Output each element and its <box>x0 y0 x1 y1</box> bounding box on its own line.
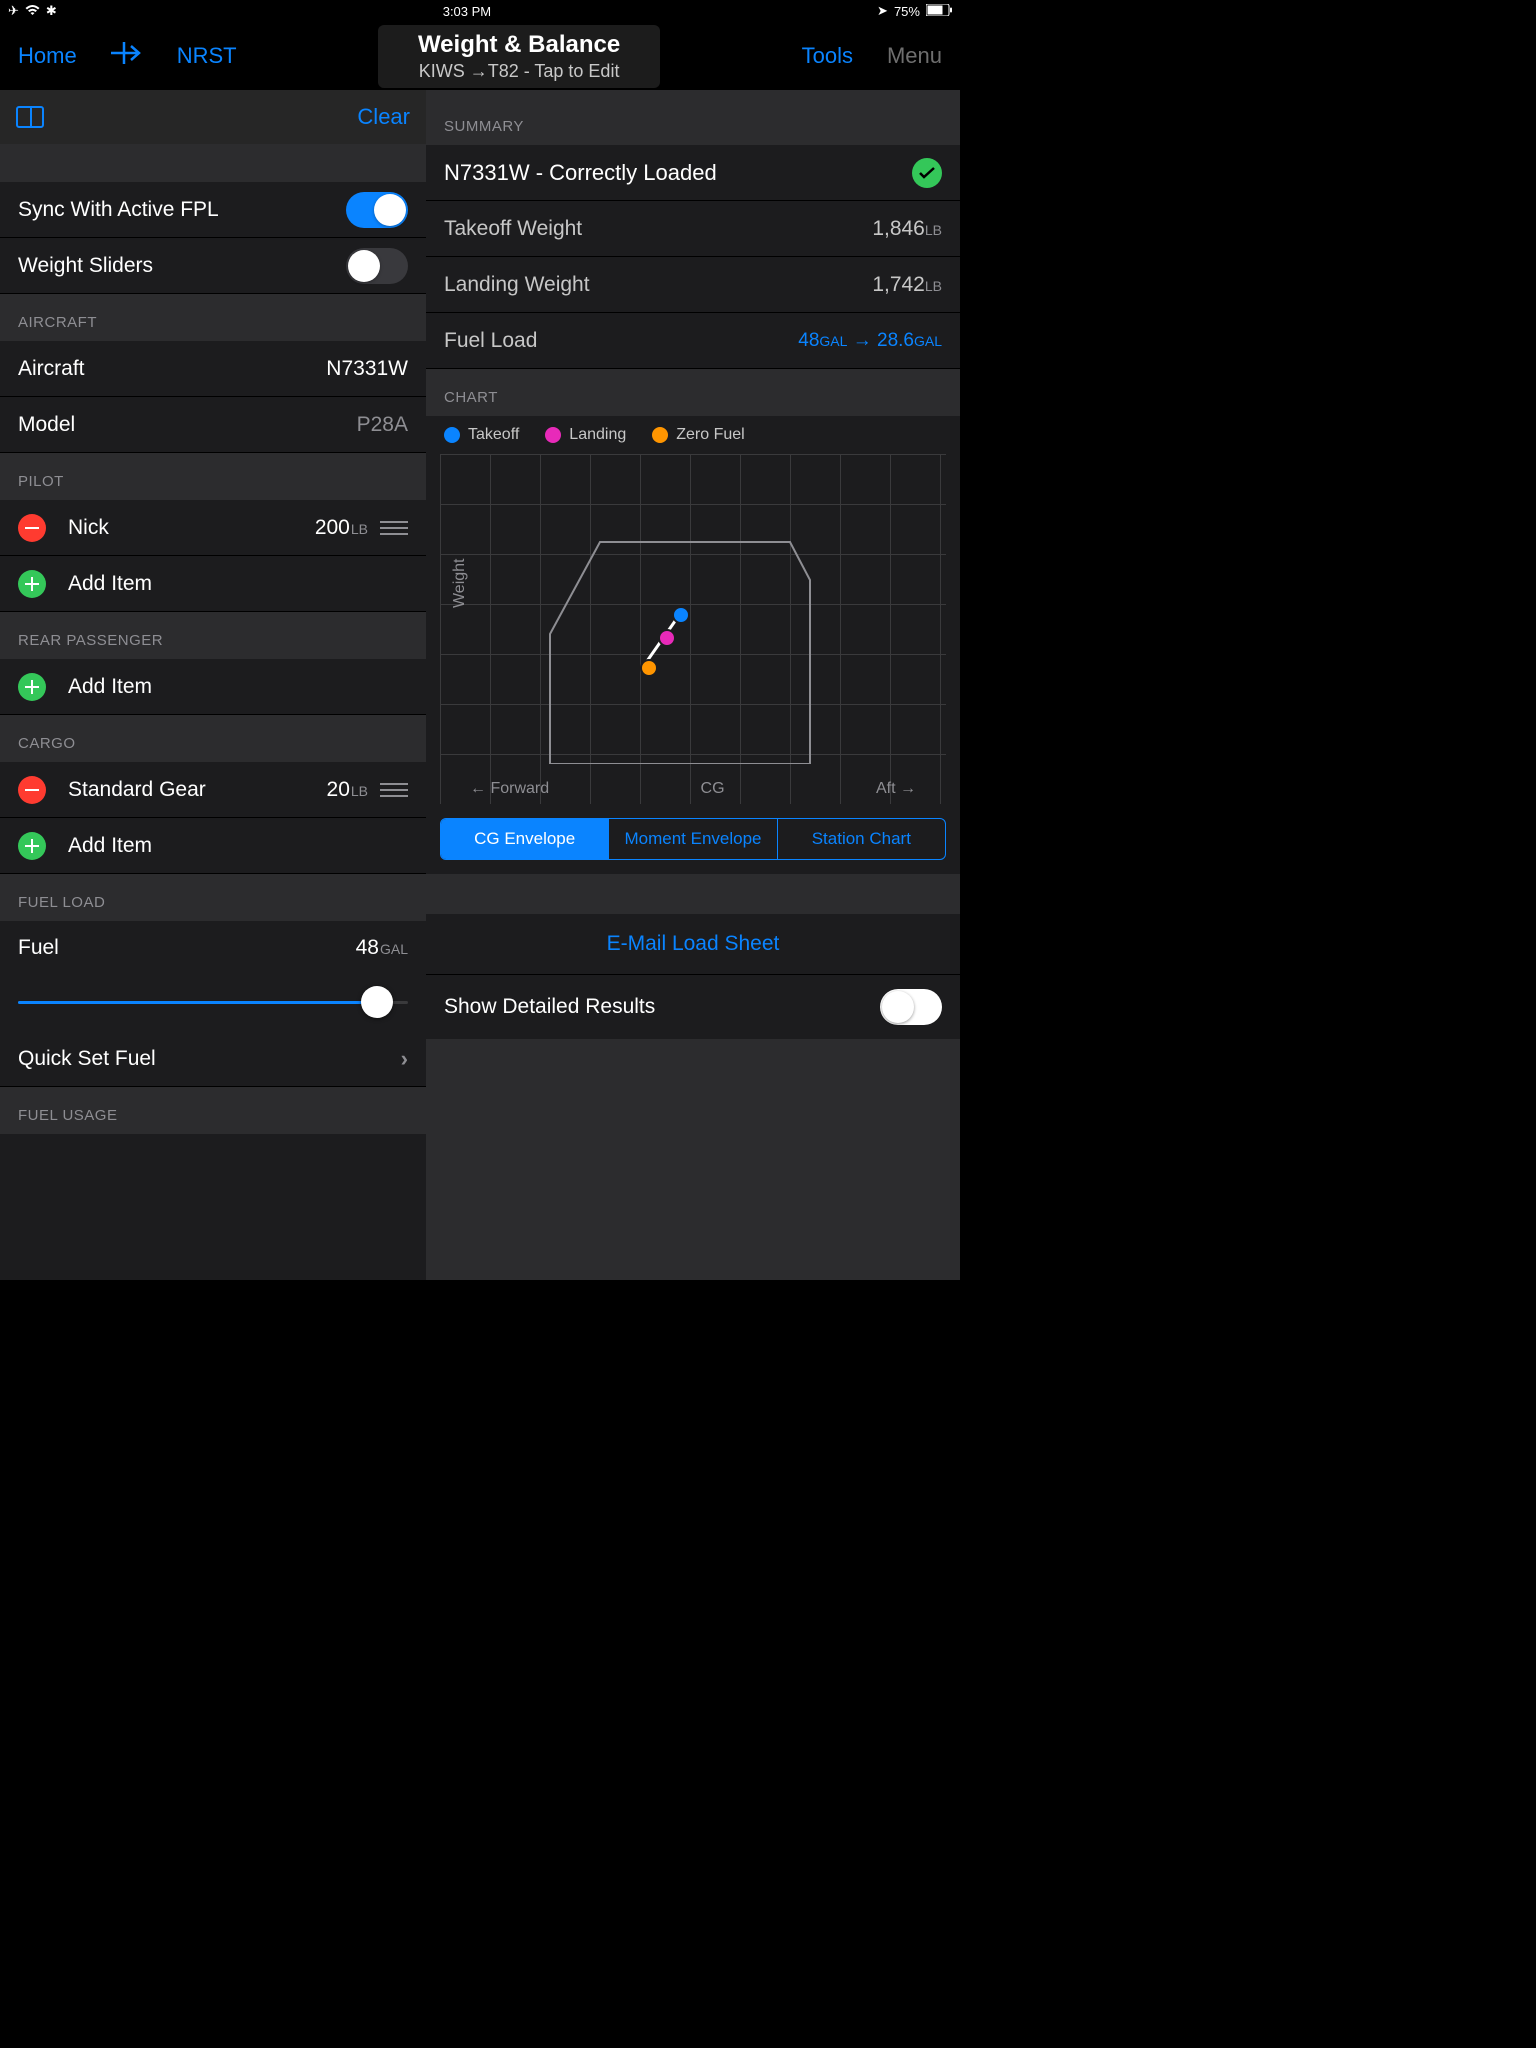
page-subtitle: KIWS →T82 - Tap to Edit <box>418 61 620 82</box>
add-pilot-row[interactable]: Add Item <box>0 556 426 612</box>
nrst-button[interactable]: NRST <box>177 43 237 69</box>
aircraft-header: AIRCRAFT <box>0 294 426 341</box>
seg-moment-envelope[interactable]: Moment Envelope <box>608 819 776 859</box>
battery-pct: 75% <box>894 4 920 19</box>
check-icon <box>912 158 942 188</box>
status-bar: ✈ ✱ 3:03 PM ➤ 75% <box>0 0 960 22</box>
left-pane: Clear Sync With Active FPL Weight Slider… <box>0 90 426 1280</box>
title-area[interactable]: Weight & Balance KIWS →T82 - Tap to Edit <box>378 25 660 88</box>
add-icon <box>18 570 46 598</box>
clear-button[interactable]: Clear <box>357 104 410 130</box>
cargo-header: CARGO <box>0 715 426 762</box>
chart-legend: Takeoff Landing Zero Fuel <box>426 416 960 454</box>
status-time: 3:03 PM <box>443 4 491 19</box>
seg-cg-envelope[interactable]: CG Envelope <box>441 819 608 859</box>
pilot-header: PILOT <box>0 453 426 500</box>
landing-weight-row: Landing Weight 1,742LB <box>426 257 960 313</box>
drag-handle[interactable] <box>380 521 408 535</box>
email-load-sheet-button[interactable]: E-Mail Load Sheet <box>426 914 960 974</box>
fuel-slider-row <box>0 975 426 1021</box>
add-cargo-row[interactable]: Add Item <box>0 818 426 874</box>
aircraft-row[interactable]: Aircraft N7331W <box>0 341 426 397</box>
menu-button[interactable]: Menu <box>887 43 942 69</box>
wifi-icon <box>25 4 40 19</box>
quick-set-fuel-row[interactable]: Quick Set Fuel › <box>0 1031 426 1087</box>
sync-fpl-toggle[interactable] <box>346 192 408 228</box>
activity-icon: ✱ <box>46 3 57 19</box>
weight-sliders-toggle[interactable] <box>346 248 408 284</box>
chart-type-segment: CG Envelope Moment Envelope Station Char… <box>440 818 946 860</box>
fuel-load-header: FUEL LOAD <box>0 874 426 921</box>
home-button[interactable]: Home <box>18 43 77 69</box>
right-pane: SUMMARY N7331W - Correctly Loaded Takeof… <box>426 90 960 1280</box>
remove-cargo-button[interactable] <box>18 776 46 804</box>
summary-header: SUMMARY <box>426 90 960 145</box>
panels-icon[interactable] <box>16 106 44 128</box>
add-icon <box>18 673 46 701</box>
battery-icon <box>926 4 952 19</box>
chevron-right-icon: › <box>401 1046 408 1072</box>
tools-button[interactable]: Tools <box>802 43 853 69</box>
takeoff-point <box>672 606 690 624</box>
rear-passenger-header: REAR PASSENGER <box>0 612 426 659</box>
zero-fuel-point <box>640 659 658 677</box>
takeoff-weight-row: Takeoff Weight 1,846LB <box>426 201 960 257</box>
nav-bar: Home NRST Weight & Balance KIWS →T82 - T… <box>0 22 960 90</box>
fuel-usage-header: FUEL USAGE <box>0 1087 426 1134</box>
pilot-row[interactable]: Nick 200LB <box>0 500 426 556</box>
seg-station-chart[interactable]: Station Chart <box>777 819 945 859</box>
remove-pilot-button[interactable] <box>18 514 46 542</box>
status-row: N7331W - Correctly Loaded <box>426 145 960 201</box>
fuel-slider[interactable] <box>18 987 408 1017</box>
cargo-row[interactable]: Standard Gear 20LB <box>0 762 426 818</box>
location-icon: ➤ <box>877 3 888 19</box>
add-rear-row[interactable]: Add Item <box>0 659 426 715</box>
show-detailed-row: Show Detailed Results <box>426 974 960 1039</box>
add-icon <box>18 832 46 860</box>
direct-to-icon[interactable] <box>111 42 143 70</box>
weight-sliders-row: Weight Sliders <box>0 238 426 294</box>
show-detailed-toggle[interactable] <box>880 989 942 1025</box>
airplane-mode-icon: ✈ <box>8 3 19 19</box>
cg-envelope-chart[interactable]: Weight ← Forward CG Aft → <box>440 454 946 804</box>
page-title: Weight & Balance <box>418 31 620 59</box>
model-row[interactable]: Model P28A <box>0 397 426 453</box>
sync-fpl-row: Sync With Active FPL <box>0 182 426 238</box>
drag-handle[interactable] <box>380 783 408 797</box>
landing-point <box>658 629 676 647</box>
fuel-row: Fuel 48GAL <box>0 921 426 975</box>
fuel-load-summary-row[interactable]: Fuel Load 48GAL → 28.6GAL <box>426 313 960 369</box>
chart-header: CHART <box>426 369 960 416</box>
